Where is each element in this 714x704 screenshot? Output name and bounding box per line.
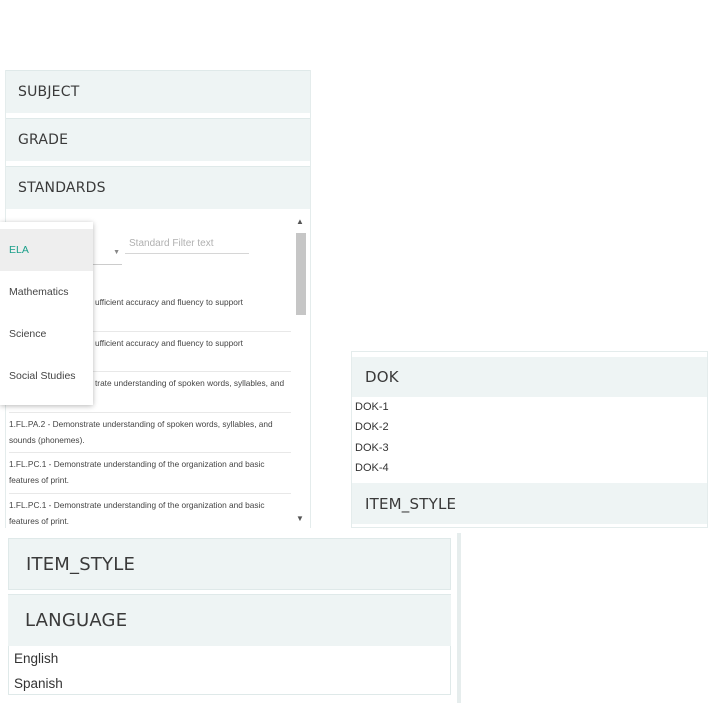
language-list: English Spanish [8, 646, 451, 695]
chevron-down-icon: ▼ [113, 249, 120, 256]
scroll-up-arrow-icon[interactable]: ▲ [296, 217, 304, 226]
dropdown-option-mathematics[interactable]: Mathematics [0, 271, 93, 313]
dok-section-header[interactable]: DOK [352, 357, 707, 397]
list-item[interactable]: 1.FL.PA.2 - Demonstrate understanding of… [9, 413, 291, 453]
scroll-down-arrow-icon[interactable]: ▼ [296, 514, 304, 523]
dok-option[interactable]: DOK-1 [355, 399, 389, 419]
dropdown-option-ela[interactable]: ELA [0, 229, 93, 271]
scroll-thumb[interactable] [296, 233, 306, 315]
standards-scrollbar[interactable]: ▲ ▼ [294, 217, 308, 523]
dok-list: DOK-1 DOK-2 DOK-3 DOK-4 [355, 399, 389, 480]
dropdown-option-science[interactable]: Science [0, 313, 93, 355]
dok-option[interactable]: DOK-3 [355, 440, 389, 460]
subject-section-header[interactable]: SUBJECT [6, 70, 310, 113]
filter-accordion-bottom: ITEM_STYLE LANGUAGE English Spanish [8, 533, 461, 703]
item-style-section-header[interactable]: ITEM_STYLE [352, 483, 707, 524]
language-option-spanish[interactable]: Spanish [14, 671, 450, 696]
standard-filter-input[interactable] [125, 234, 249, 254]
language-option-english[interactable]: English [14, 646, 450, 671]
subject-dropdown-menu: ELA Mathematics Science Social Studies [0, 222, 93, 405]
dropdown-option-social-studies[interactable]: Social Studies [0, 355, 93, 397]
filter-accordion-right: DOK DOK-1 DOK-2 DOK-3 DOK-4 ITEM_STYLE [351, 351, 708, 528]
standards-section-header[interactable]: STANDARDS [6, 166, 310, 209]
item-style-section-header[interactable]: ITEM_STYLE [8, 538, 451, 590]
dok-option[interactable]: DOK-4 [355, 460, 389, 480]
grade-section-header[interactable]: GRADE [6, 118, 310, 161]
language-section-header[interactable]: LANGUAGE [8, 594, 451, 646]
list-item[interactable]: 1.FL.PC.1 - Demonstrate understanding of… [9, 494, 291, 529]
list-item[interactable]: 1.FL.PC.1 - Demonstrate understanding of… [9, 453, 291, 494]
dok-option[interactable]: DOK-2 [355, 419, 389, 439]
